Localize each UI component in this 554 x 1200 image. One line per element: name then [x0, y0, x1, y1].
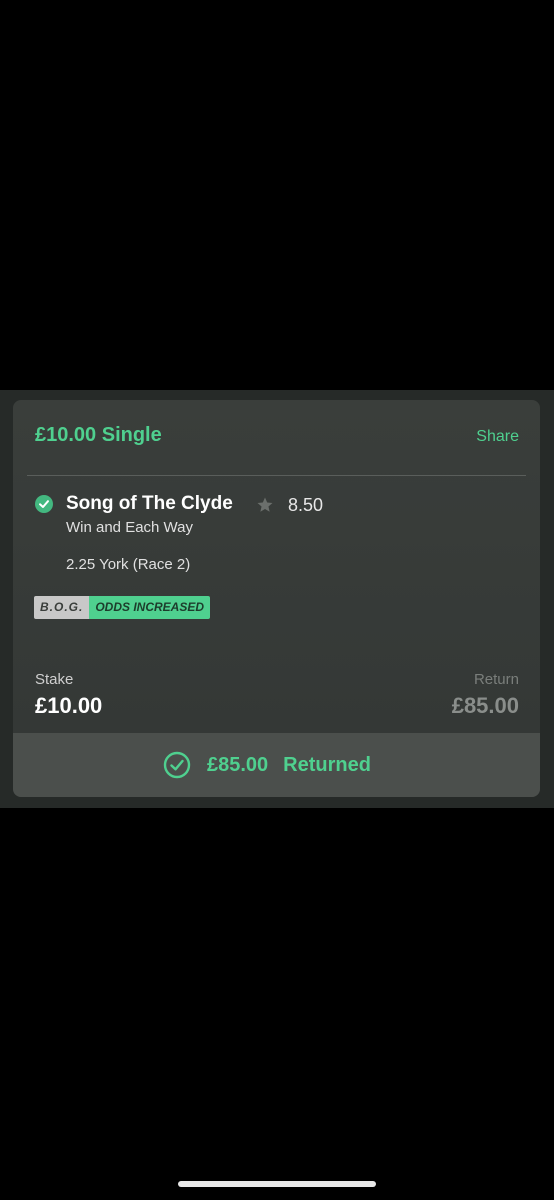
- return-value: £85.00: [451, 693, 519, 718]
- market-name: Win and Each Way: [66, 519, 193, 536]
- returned-bar: £85.00 Returned: [13, 733, 540, 797]
- home-indicator[interactable]: [178, 1181, 376, 1187]
- returned-label: Returned: [283, 753, 371, 776]
- check-circle-icon: [35, 495, 53, 513]
- screen: £10.00 Single Share Song of The Clyde 8.…: [0, 0, 554, 1200]
- return-label: Return: [473, 671, 519, 688]
- returned-amount: £85.00: [207, 753, 269, 776]
- selection-name: Song of The Clyde: [66, 493, 233, 514]
- bet-card[interactable]: £10.00 Single Share Song of The Clyde 8.…: [13, 400, 540, 797]
- share-button[interactable]: Share: [476, 428, 519, 446]
- stake-value: £10.00: [35, 693, 103, 718]
- star-icon[interactable]: [256, 496, 274, 514]
- returned-status: £85.00 Returned: [163, 751, 371, 779]
- divider: [27, 475, 526, 476]
- event-name: 2.25 York (Race 2): [66, 556, 191, 573]
- bet-title: £10.00 Single: [35, 424, 162, 446]
- odds-increased-label: ODDS INCREASED: [89, 596, 211, 619]
- stake-label: Stake: [35, 671, 74, 688]
- bog-label: B.O.G.: [34, 596, 90, 619]
- bog-badge: B.O.G. ODDS INCREASED: [34, 596, 211, 619]
- check-circle-outline-icon: [163, 751, 191, 779]
- selection-odds: 8.50: [288, 495, 324, 515]
